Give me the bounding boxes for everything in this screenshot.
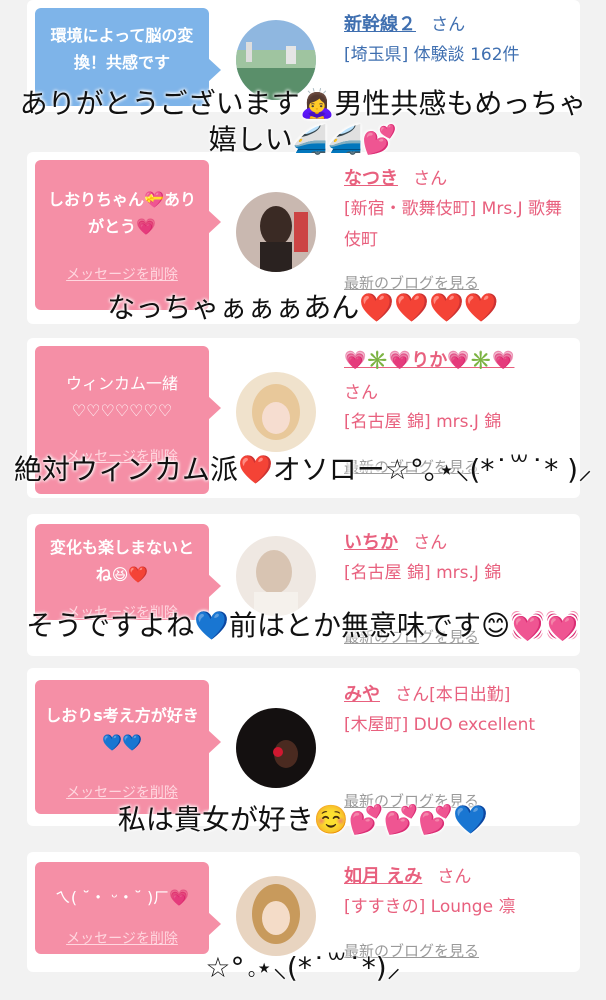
avatar[interactable] (236, 192, 316, 272)
user-name-link[interactable]: 如月 えみ (344, 866, 422, 887)
honorific: さん (437, 867, 472, 887)
overlay-caption-2: なっちゃぁぁぁあん❤️❤️❤️❤️ (107, 291, 499, 324)
user-meta: [木屋町] DUO excellent (344, 715, 536, 735)
user-info: みや さん[本日出勤] [木屋町] DUO excellent (344, 680, 576, 741)
avatar[interactable] (236, 876, 316, 956)
delete-message-link[interactable]: メッセージを削除 (35, 264, 209, 284)
user-meta: [埼玉県] 体験談 162件 (344, 45, 520, 65)
user-meta: [すすきの] Lounge 凛 (344, 897, 516, 917)
user-info: 如月 えみ さん [すすきの] Lounge 凛 (344, 862, 576, 923)
avatar[interactable] (236, 372, 316, 452)
avatar[interactable] (236, 708, 316, 788)
honorific: さん (413, 169, 448, 189)
user-info: 新幹線２ さん [埼玉県] 体験談 162件 (344, 10, 576, 71)
message-bubble: しおりちゃん💝ありがとう💗 メッセージを削除 (35, 160, 221, 310)
message-text: 変化も楽しまないとね😆❤️ (49, 538, 194, 584)
delete-message-link[interactable]: メッセージを削除 (35, 928, 209, 948)
avatar[interactable] (236, 536, 316, 616)
user-name-link[interactable]: 新幹線２ (344, 14, 416, 35)
user-info: なつき さん [新宿・歌舞伎町] Mrs.J 歌舞伎町 (344, 164, 576, 256)
user-name-link[interactable]: いちか (344, 532, 398, 553)
message-text: 環境によって脳の変換！共感です (50, 26, 194, 72)
honorific: さん (431, 15, 466, 35)
message-text: ウィンカム一緒♡♡♡♡♡♡♡ (65, 374, 178, 420)
user-name-link[interactable]: 💗✳️💗りか💗✳️💗 (344, 350, 514, 371)
user-info: 💗✳️💗りか💗✳️💗 さん [名古屋 錦] mrs.J 錦 (344, 346, 576, 438)
message-bubble: 変化も楽しまないとね😆❤️ メッセージを削除 (35, 524, 221, 621)
user-meta: [新宿・歌舞伎町] Mrs.J 歌舞伎町 (344, 199, 563, 250)
overlay-caption-5: 私は貴女が好き☺️💕💕💕💙 (117, 803, 489, 836)
user-name-link[interactable]: なつき (344, 168, 398, 189)
overlay-caption-4: そうですよね💙前はとか無意味です😊💓💓 (26, 609, 580, 642)
user-meta: [名古屋 錦] mrs.J 錦 (344, 563, 502, 583)
overlay-caption-1: ありがとうございます🙇‍♀️男性共感もめっちゃ嬉しい🚄🚄💕 (19, 87, 587, 156)
user-meta: [名古屋 錦] mrs.J 錦 (344, 412, 502, 432)
message-bubble: ㄟ( ˘・ ᵕ・˘ )ㄏ💗 メッセージを削除 (35, 862, 221, 954)
honorific: さん[本日出勤] (395, 685, 511, 705)
message-text: ㄟ( ˘・ ᵕ・˘ )ㄏ💗 (54, 888, 190, 907)
user-name-link[interactable]: みや (344, 684, 380, 705)
user-info: いちか さん [名古屋 錦] mrs.J 錦 (344, 528, 576, 589)
honorific: さん (344, 383, 378, 403)
delete-message-link[interactable]: メッセージを削除 (35, 782, 209, 802)
overlay-caption-3: 絶対ウィンカム派❤️オソロー☆°｡⋆⸜(*˙꒳˙* )⸝ (13, 453, 593, 486)
message-bubble: しおりs考え方が好き💙💙 メッセージを削除 (35, 680, 221, 814)
honorific: さん (413, 533, 448, 553)
overlay-caption-6: ☆°｡⋆⸜(*˙꒳˙*)⸝ (205, 951, 401, 984)
message-text: しおりちゃん💝ありがとう💗 (48, 190, 196, 236)
message-text: しおりs考え方が好き💙💙 (45, 706, 199, 752)
